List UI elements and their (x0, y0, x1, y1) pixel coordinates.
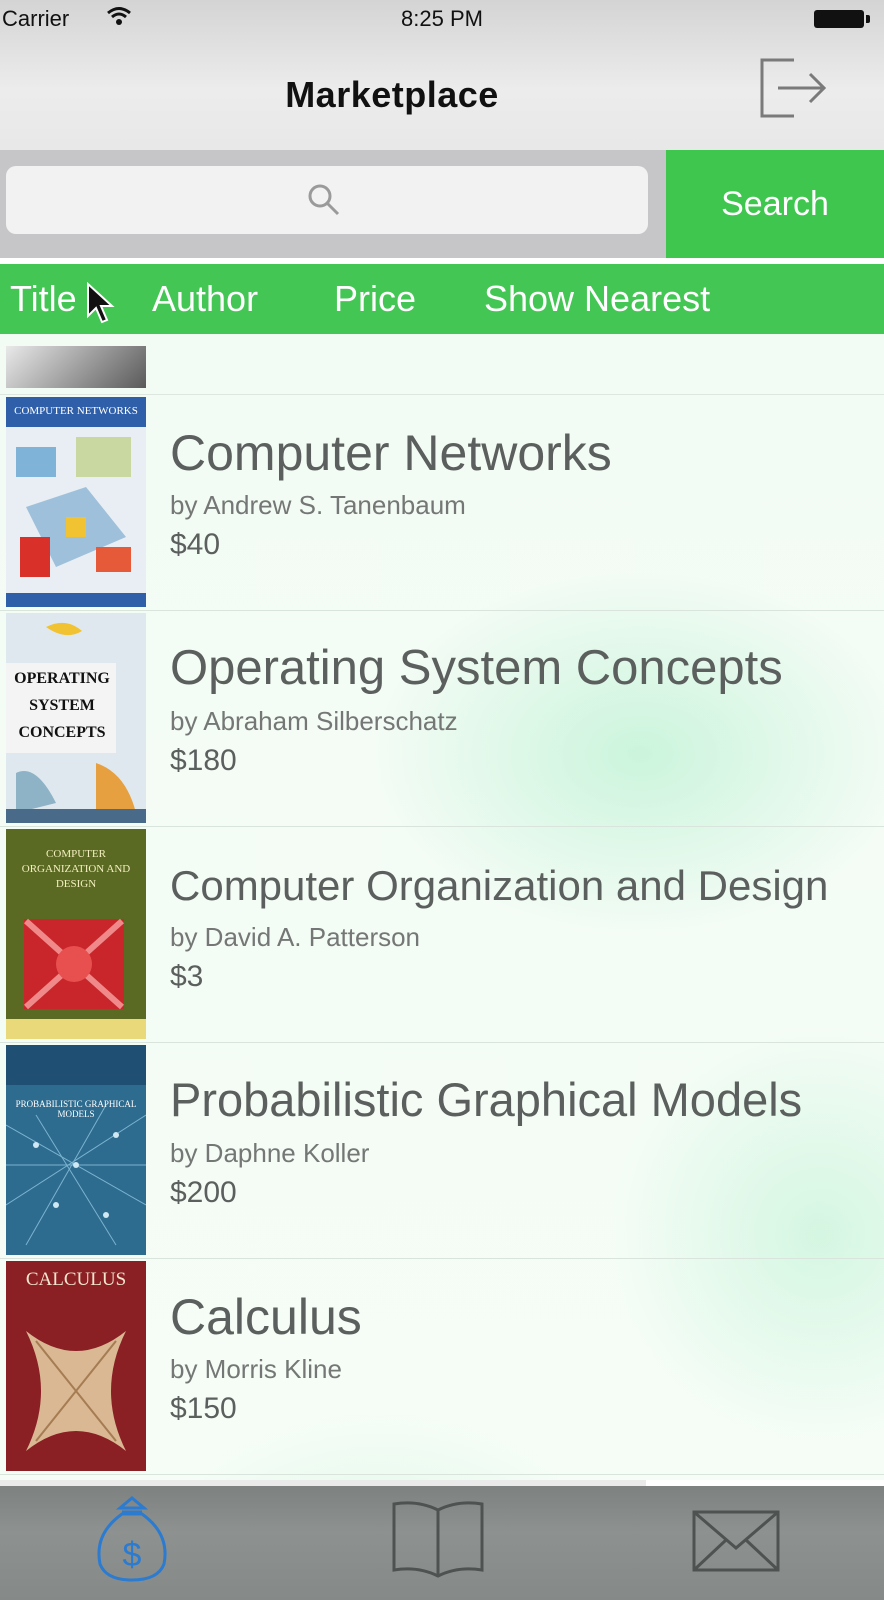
battery-icon (814, 10, 870, 28)
book-author: by Morris Kline (170, 1354, 342, 1384)
show-nearest-button[interactable]: Show Nearest (484, 264, 710, 334)
book-author: by David A. Patterson (170, 922, 421, 952)
book-cover-image: COMPUTER NETWORKS (6, 397, 146, 607)
book-cover-image: CALCULUS (6, 1261, 146, 1471)
book-cover-image: PROBABILISTIC GRAPHICAL MODELS (6, 1045, 146, 1255)
status-bar: Carrier 8:25 PM (0, 0, 884, 40)
top-bar: Carrier 8:25 PM Marketplace (0, 0, 884, 150)
list-item[interactable] (0, 334, 884, 395)
book-cover-image (6, 346, 146, 388)
book-title: Computer Organization and Design (170, 862, 829, 909)
search-button[interactable]: Search (666, 150, 884, 258)
book-price: $3 (170, 960, 204, 993)
sort-price-button[interactable]: Price (334, 264, 416, 334)
status-time: 8:25 PM (401, 6, 483, 31)
search-icon (308, 184, 340, 216)
book-title: Computer Networks (170, 425, 612, 481)
book-author: by Daphne Koller (170, 1138, 370, 1168)
book-cover-image: OPERATING SYSTEM CONCEPTS (6, 613, 146, 823)
mouse-cursor-icon (87, 282, 115, 324)
book-cover-image: COMPUTER ORGANIZATION AND DESIGN (6, 829, 146, 1039)
page-title: Marketplace (285, 74, 499, 115)
book-title: Operating System Concepts (170, 641, 783, 695)
book-cover-text: COMPUTER NETWORKS (14, 405, 138, 417)
book-list[interactable]: COMPUTER NETWORKS Computer Networks by A… (0, 334, 884, 1480)
book-price: $40 (170, 528, 221, 561)
book-author: by Abraham Silberschatz (170, 706, 458, 736)
list-item[interactable]: COMPUTER ORGANIZATION AND DESIGN Compute… (0, 826, 884, 1043)
marketplace-screen: Carrier 8:25 PM Marketplace Search Title… (0, 0, 884, 1600)
book-price: $200 (170, 1176, 237, 1209)
logout-icon[interactable] (756, 52, 828, 124)
sort-title-button[interactable]: Title (10, 264, 77, 334)
list-item[interactable]: COMPUTER NETWORKS Computer Networks by A… (0, 394, 884, 611)
money-bag-icon[interactable]: $ (82, 1494, 182, 1584)
list-item[interactable]: OPERATING SYSTEM CONCEPTS Operating Syst… (0, 610, 884, 827)
svg-text:$: $ (123, 1536, 142, 1574)
book-price: $150 (170, 1392, 237, 1425)
book-price: $180 (170, 744, 237, 777)
list-item[interactable]: CALCULUS Calculus by Morris Kline $150 (0, 1258, 884, 1475)
book-author: by Andrew S. Tanenbaum (170, 490, 466, 520)
sort-author-button[interactable]: Author (152, 264, 258, 334)
envelope-icon[interactable] (686, 1494, 786, 1584)
tab-bar: $ (0, 1486, 884, 1600)
book-cover-text: COMPUTER ORGANIZATION AND DESIGN (21, 848, 131, 890)
sort-bar: Title Author Price Show Nearest (0, 264, 884, 334)
book-title: Probabilistic Graphical Models (170, 1073, 803, 1126)
book-cover-text: OPERATING SYSTEM CONCEPTS (14, 670, 110, 741)
book-title: Calculus (170, 1289, 362, 1345)
book-cover-text: PROBABILISTIC GRAPHICAL MODELS (15, 1099, 137, 1119)
search-input[interactable] (6, 166, 648, 234)
list-item[interactable]: PROBABILISTIC GRAPHICAL MODELS Probabili… (0, 1042, 884, 1259)
book-cover-text: CALCULUS (25, 1269, 127, 1290)
book-icon[interactable] (388, 1494, 488, 1584)
